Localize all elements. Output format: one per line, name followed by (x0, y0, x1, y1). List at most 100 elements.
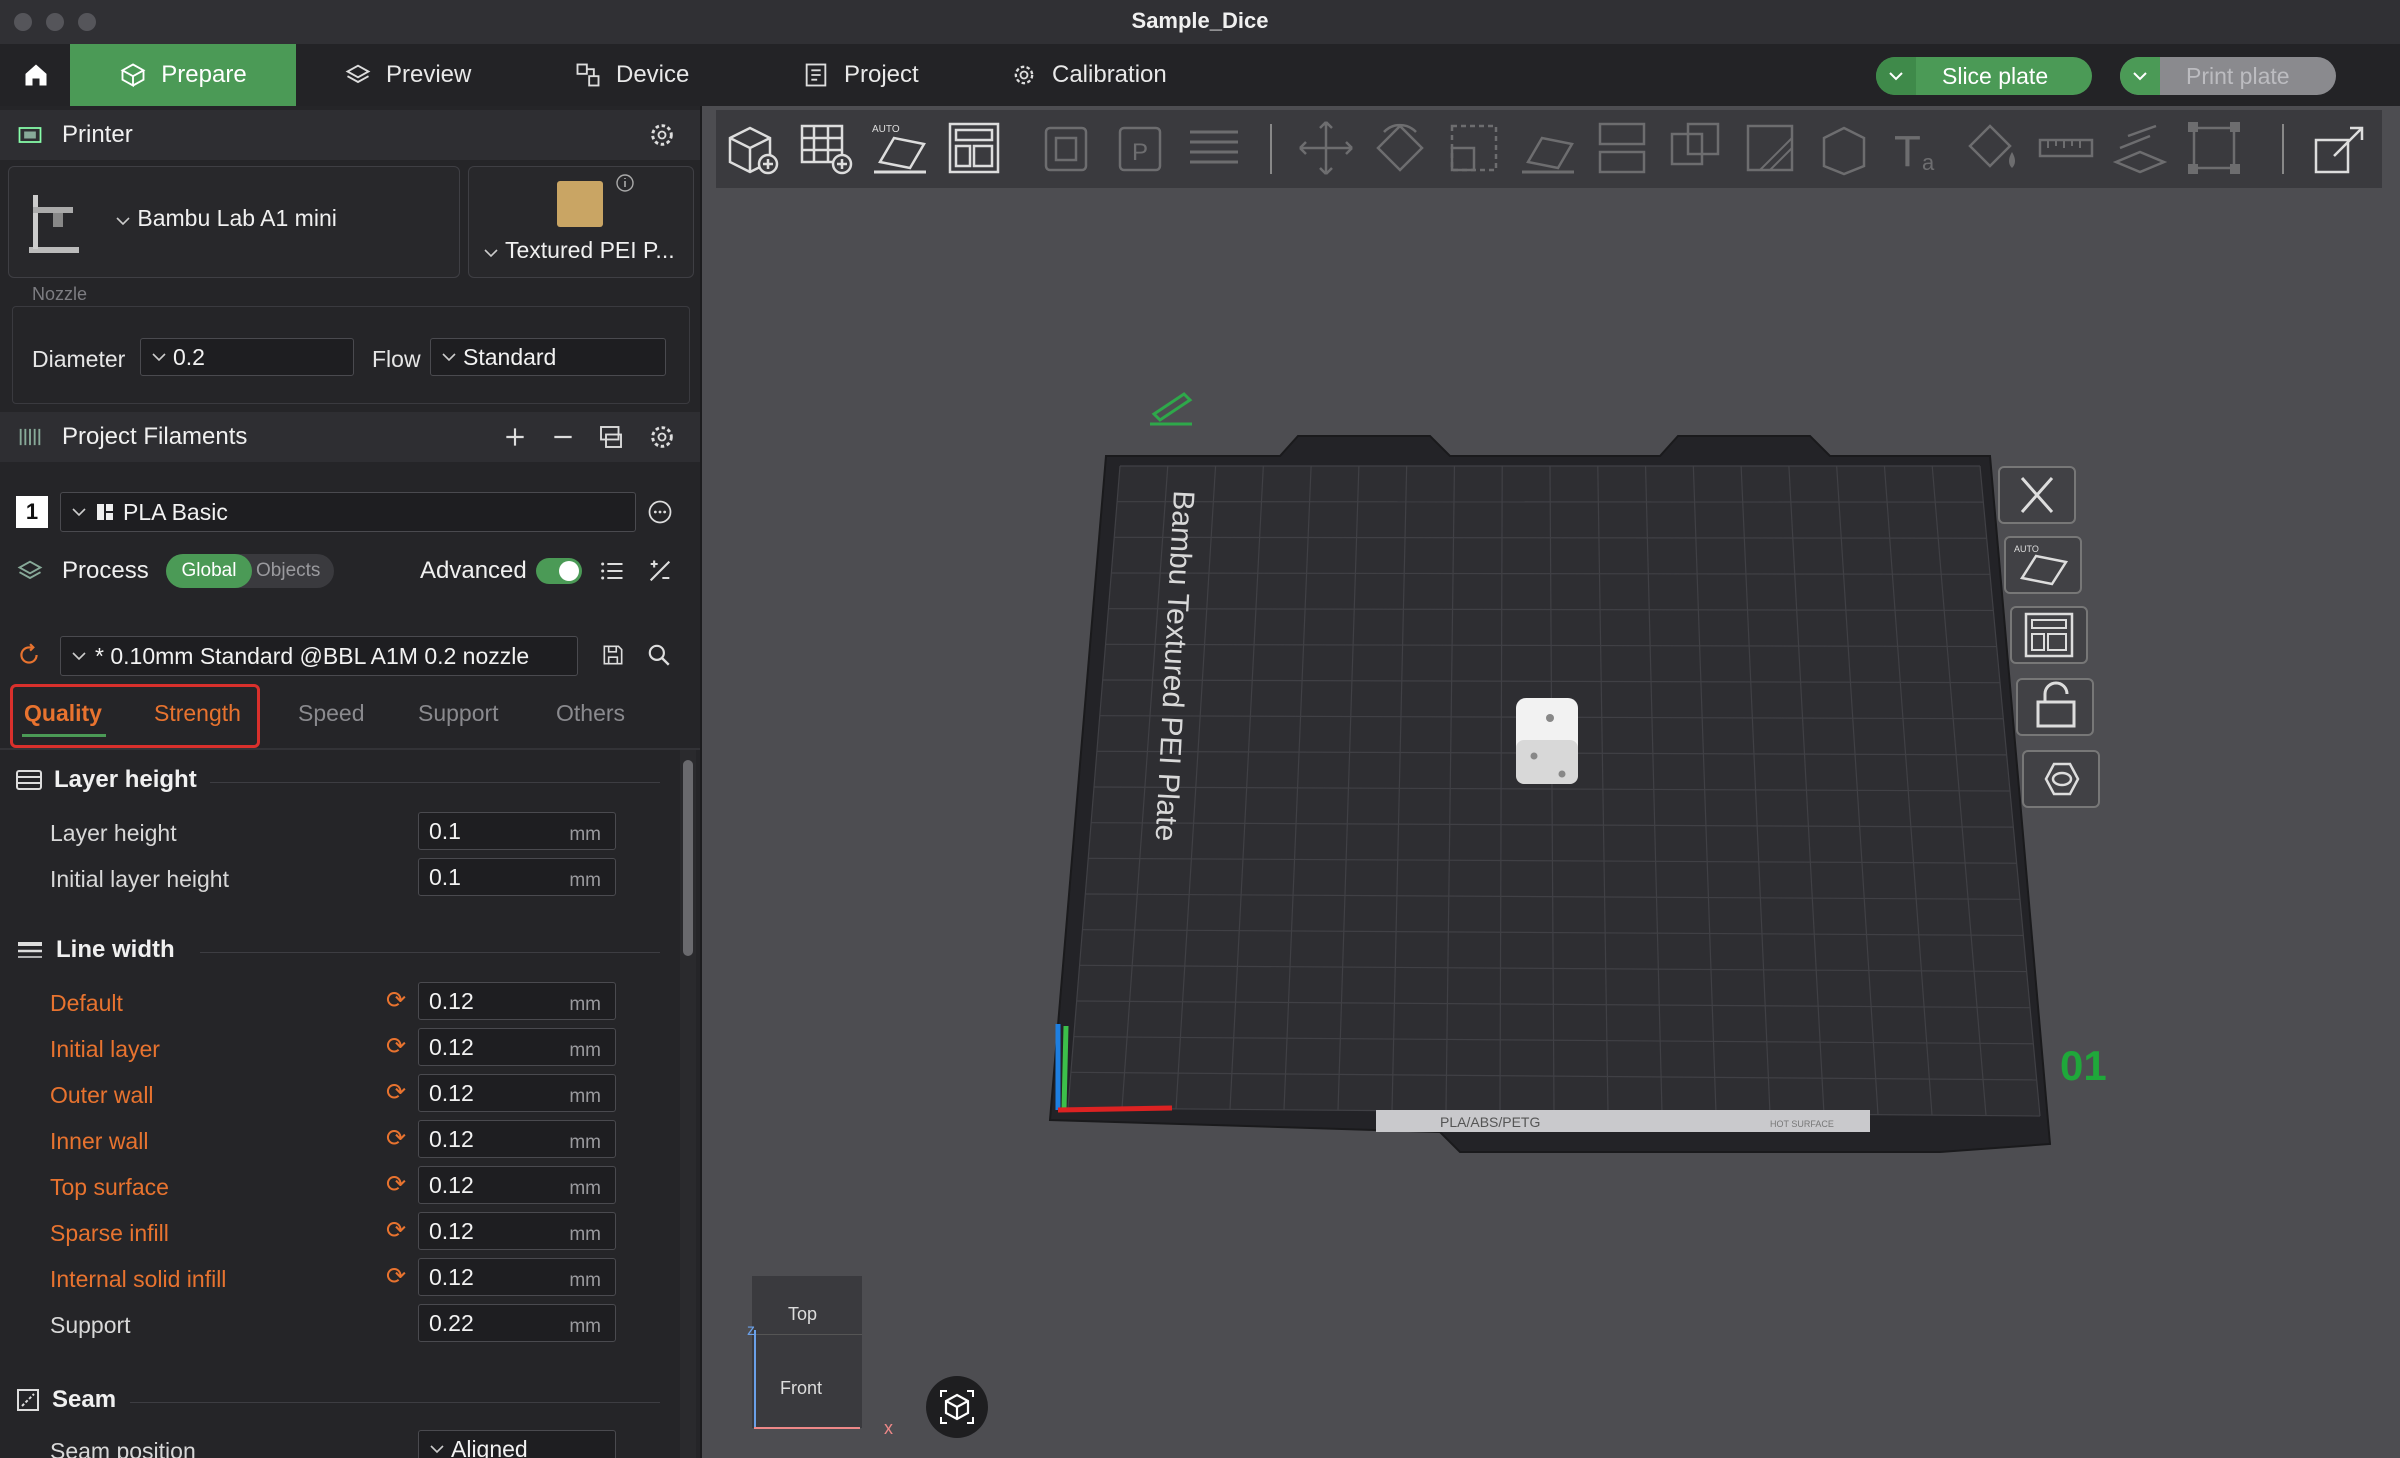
assembly-icon[interactable] (2110, 118, 2170, 178)
split-parts-icon[interactable]: P (1110, 118, 1170, 178)
save-preset-icon[interactable] (600, 642, 626, 668)
plate-arrange-button[interactable] (2010, 606, 2088, 664)
scale-icon[interactable] (1444, 118, 1504, 178)
home-button[interactable] (14, 44, 58, 106)
layer-height-input[interactable]: 0.1 mm (418, 812, 616, 850)
info-icon[interactable] (615, 173, 635, 193)
explode-view-icon[interactable] (2310, 118, 2370, 178)
tab-preview[interactable]: Preview (344, 44, 471, 106)
slice-dropdown-chevron-icon[interactable] (1876, 57, 1916, 95)
line-width-outer-wall-input[interactable]: 0.12 mm (418, 1074, 616, 1112)
diameter-select[interactable]: 0.2 (140, 338, 354, 376)
plate-type-selector[interactable]: Textured PEI P... (468, 166, 694, 278)
tab-support[interactable]: Support (418, 700, 499, 727)
arrange-plate-icon (2024, 612, 2074, 658)
reset-view-button[interactable] (926, 1376, 988, 1438)
seam-position-value: Aligned (451, 1435, 528, 1458)
tab-strength[interactable]: Strength (154, 700, 241, 727)
line-width-support-input[interactable]: 0.22 mm (418, 1304, 616, 1342)
add-object-icon[interactable] (722, 118, 782, 178)
search-icon[interactable] (646, 642, 672, 668)
line-width-sparse-infill-input[interactable]: 0.12 mm (418, 1212, 616, 1250)
plate-settings-button[interactable] (2022, 750, 2100, 808)
slice-plate-button[interactable]: Slice plate (1876, 57, 2092, 95)
tab-quality[interactable]: Quality (24, 700, 102, 727)
diameter-label: Diameter (32, 346, 126, 372)
compare-presets-icon[interactable] (646, 557, 674, 585)
seam-position-select[interactable]: Aligned (418, 1430, 616, 1458)
reset-outer-wall-line-width-icon[interactable]: ⟳ (386, 1078, 406, 1107)
filament-more-options-icon[interactable] (646, 498, 674, 526)
rotate-icon[interactable] (1370, 118, 1430, 178)
arrange-icon[interactable] (944, 118, 1004, 178)
filament-name: PLA Basic (123, 498, 228, 525)
line-width-default-input[interactable]: 0.12 mm (418, 982, 616, 1020)
seam-painting-icon[interactable] (1814, 118, 1874, 178)
reset-default-line-width-icon[interactable]: ⟳ (386, 986, 406, 1015)
auto-orient-icon[interactable]: AUTO (870, 118, 930, 178)
tab-device[interactable]: Device (574, 44, 689, 106)
initial-layer-height-input[interactable]: 0.1 mm (418, 858, 616, 896)
advanced-toggle-switch[interactable] (536, 558, 582, 584)
print-dropdown-chevron-icon[interactable] (2120, 57, 2160, 95)
split-objects-icon[interactable] (1036, 118, 1096, 178)
flow-select[interactable]: Standard (430, 338, 666, 376)
printer-icon (18, 127, 42, 143)
toggle-global[interactable]: Global (166, 554, 252, 588)
build-plate-scene[interactable]: Bambu Textured PEI Plate PLA/ABS/PETG HO… (1040, 380, 2140, 1180)
process-preset-name: * 0.10mm Standard @BBL A1M 0.2 nozzle (95, 642, 530, 669)
add-filament-plus-icon[interactable] (502, 424, 528, 450)
global-objects-toggle[interactable]: Global Objects (166, 554, 334, 588)
tab-calibration[interactable]: Calibration (1010, 44, 1167, 106)
add-plate-grid-icon[interactable] (796, 118, 856, 178)
settings-sidebar: Printer Bambu Lab A1 mini Textured PEI P… (0, 106, 702, 1458)
filament-spool-icon (19, 428, 41, 446)
measure-icon[interactable] (2036, 118, 2096, 178)
reset-initial-layer-line-width-icon[interactable]: ⟳ (386, 1032, 406, 1061)
edit-plate-name-icon[interactable] (1150, 392, 1193, 426)
process-section-title: Process (62, 557, 149, 584)
plate-auto-orient-button[interactable]: AUTO (2004, 536, 2082, 594)
line-width-initial-layer-input[interactable]: 0.12 mm (418, 1028, 616, 1066)
tab-project[interactable]: Project (802, 44, 919, 106)
print-plate-button[interactable]: Print plate (2120, 57, 2336, 95)
line-width-internal-solid-infill-input[interactable]: 0.12 mm (418, 1258, 616, 1296)
reset-top-surface-line-width-icon[interactable]: ⟳ (386, 1170, 406, 1199)
toggle-objects[interactable]: Objects (256, 560, 320, 582)
scrollbar-thumb[interactable] (683, 760, 693, 956)
process-preset-select[interactable]: * 0.10mm Standard @BBL A1M 0.2 nozzle (60, 636, 578, 676)
move-icon[interactable] (1296, 118, 1356, 178)
value: 0.12 (429, 1171, 474, 1198)
plate-material-text: PLA/ABS/PETG (1440, 1114, 1540, 1130)
boolean-icon[interactable] (1666, 118, 1726, 178)
dice-object[interactable] (1516, 698, 1578, 784)
delete-plate-button[interactable] (1998, 466, 2076, 524)
bounding-box-icon[interactable] (2184, 118, 2244, 178)
tab-prepare[interactable]: Prepare (70, 44, 296, 106)
printer-settings-gear-icon[interactable] (648, 121, 676, 149)
printer-selector[interactable]: Bambu Lab A1 mini (8, 166, 460, 278)
lay-on-face-icon[interactable] (1518, 118, 1578, 178)
printer-section-header: Printer (0, 110, 700, 160)
preset-reset-icon[interactable] (16, 642, 42, 668)
color-painting-icon[interactable] (1962, 118, 2022, 178)
cut-icon[interactable] (1592, 118, 1652, 178)
remove-filament-minus-icon[interactable] (550, 424, 576, 450)
reset-sparse-infill-line-width-icon[interactable]: ⟳ (386, 1216, 406, 1245)
tab-speed[interactable]: Speed (298, 700, 365, 727)
line-width-inner-wall-input[interactable]: 0.12 mm (418, 1120, 616, 1158)
layers-editing-icon[interactable] (1184, 118, 1244, 178)
filament-sync-icon[interactable] (596, 422, 626, 452)
list-view-icon[interactable] (598, 557, 626, 585)
line-width-initial-layer-label: Initial layer (50, 1036, 160, 1062)
filament-settings-gear-icon[interactable] (648, 423, 676, 451)
reset-inner-wall-line-width-icon[interactable]: ⟳ (386, 1124, 406, 1153)
tab-others[interactable]: Others (556, 700, 625, 727)
reset-internal-solid-infill-line-width-icon[interactable]: ⟳ (386, 1262, 406, 1291)
line-width-top-surface-input[interactable]: 0.12 mm (418, 1166, 616, 1204)
filament-select[interactable]: PLA Basic (60, 492, 636, 532)
lock-plate-button[interactable] (2016, 678, 2094, 736)
settings-scrollbar[interactable] (680, 750, 696, 1458)
text-tool-icon[interactable]: Ta (1888, 118, 1948, 178)
support-painting-icon[interactable] (1740, 118, 1800, 178)
